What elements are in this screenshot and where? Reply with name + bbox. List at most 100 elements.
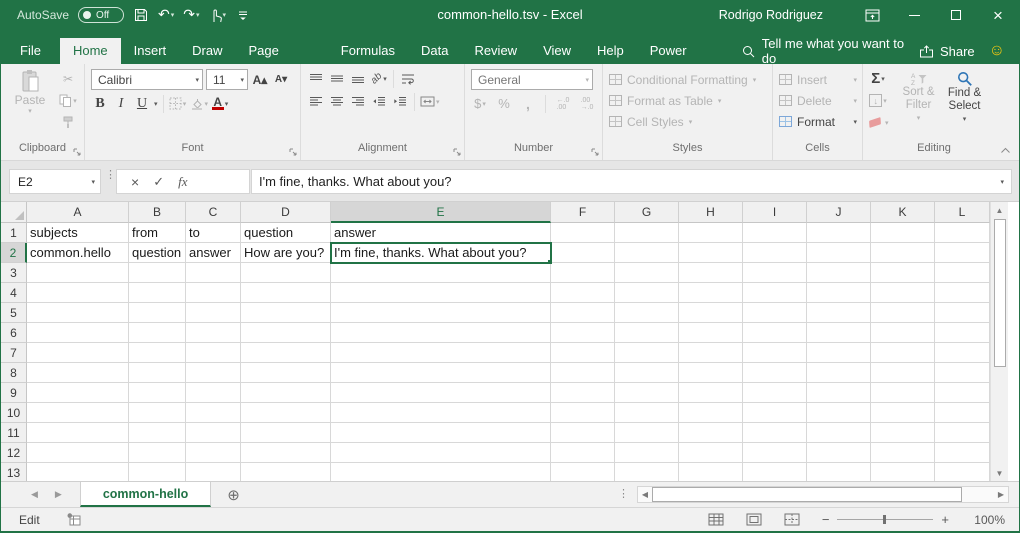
cell-E10[interactable]	[331, 403, 551, 423]
cell-A4[interactable]	[27, 283, 129, 303]
column-header-E[interactable]: E	[331, 202, 551, 223]
number-dialog-launcher-icon[interactable]	[591, 148, 599, 156]
column-header-K[interactable]: K	[871, 202, 935, 223]
vertical-scrollbar[interactable]: ▲ ▼	[990, 202, 1008, 481]
cell-H8[interactable]	[679, 363, 743, 383]
cell-K13[interactable]	[871, 463, 935, 481]
tab-insert[interactable]: Insert	[121, 38, 180, 64]
cell-C3[interactable]	[186, 263, 241, 283]
conditional-formatting-button[interactable]: Conditional Formatting ▾	[609, 69, 767, 90]
cell-A1[interactable]: subjects	[27, 223, 129, 243]
cell-I4[interactable]	[743, 283, 807, 303]
fill-color-icon[interactable]: ▾	[190, 94, 209, 113]
cell-J2[interactable]	[807, 243, 871, 263]
cell-A7[interactable]	[27, 343, 129, 363]
cell-B12[interactable]	[129, 443, 186, 463]
cell-H9[interactable]	[679, 383, 743, 403]
cell-L12[interactable]	[935, 443, 990, 463]
cell-C6[interactable]	[186, 323, 241, 343]
cell-C5[interactable]	[186, 303, 241, 323]
cell-I8[interactable]	[743, 363, 807, 383]
cell-E12[interactable]	[331, 443, 551, 463]
row-header-13[interactable]: 13	[1, 463, 27, 481]
cancel-icon[interactable]: ×	[131, 174, 139, 190]
cell-B9[interactable]	[129, 383, 186, 403]
new-sheet-icon[interactable]: ⊕	[211, 482, 256, 507]
cell-I5[interactable]	[743, 303, 807, 323]
cell-G9[interactable]	[615, 383, 679, 403]
cell-C13[interactable]	[186, 463, 241, 481]
copy-button[interactable]: ▾	[59, 91, 77, 110]
percent-icon[interactable]: %	[495, 94, 513, 113]
cell-B6[interactable]	[129, 323, 186, 343]
cell-J7[interactable]	[807, 343, 871, 363]
cell-I6[interactable]	[743, 323, 807, 343]
row-header-5[interactable]: 5	[1, 303, 27, 323]
cell-C11[interactable]	[186, 423, 241, 443]
cell-F9[interactable]	[551, 383, 615, 403]
cell-B11[interactable]	[129, 423, 186, 443]
cell-E7[interactable]	[331, 343, 551, 363]
cell-G2[interactable]	[615, 243, 679, 263]
tab-power-pivot[interactable]: Power Pivot	[637, 38, 726, 64]
column-header-C[interactable]: C	[186, 202, 241, 223]
increase-font-icon[interactable]: A▴	[251, 70, 269, 89]
close-button[interactable]: ×	[977, 0, 1019, 30]
clipboard-dialog-launcher-icon[interactable]	[73, 148, 81, 156]
cell-D2[interactable]: How are you?	[241, 243, 331, 263]
cell-J4[interactable]	[807, 283, 871, 303]
cell-K5[interactable]	[871, 303, 935, 323]
column-header-F[interactable]: F	[551, 202, 615, 223]
cell-F13[interactable]	[551, 463, 615, 481]
cell-H4[interactable]	[679, 283, 743, 303]
cell-G3[interactable]	[615, 263, 679, 283]
cell-A10[interactable]	[27, 403, 129, 423]
cell-D6[interactable]	[241, 323, 331, 343]
cell-H2[interactable]	[679, 243, 743, 263]
cell-I13[interactable]	[743, 463, 807, 481]
cell-H7[interactable]	[679, 343, 743, 363]
name-box[interactable]: E2 ▾	[9, 169, 101, 194]
cell-J5[interactable]	[807, 303, 871, 323]
cell-F11[interactable]	[551, 423, 615, 443]
scroll-left-icon[interactable]: ◀	[638, 490, 652, 499]
formula-input[interactable]: I'm fine, thanks. What about you? ▾	[251, 169, 1012, 194]
cell-styles-button[interactable]: Cell Styles ▾	[609, 111, 767, 132]
font-name-combo[interactable]: Calibri▾	[91, 69, 203, 90]
zoom-level[interactable]: 100%	[959, 513, 1005, 527]
cell-A8[interactable]	[27, 363, 129, 383]
cell-E9[interactable]	[331, 383, 551, 403]
cell-F1[interactable]	[551, 223, 615, 243]
cell-A6[interactable]	[27, 323, 129, 343]
cell-D10[interactable]	[241, 403, 331, 423]
cut-button[interactable]: ✂	[59, 69, 77, 88]
zoom-slider[interactable]	[837, 519, 933, 520]
cell-F6[interactable]	[551, 323, 615, 343]
quick-access-overflow-icon[interactable]	[235, 4, 251, 26]
bold-button[interactable]: B	[91, 94, 109, 113]
cell-F8[interactable]	[551, 363, 615, 383]
cell-L2[interactable]	[935, 243, 990, 263]
cell-D11[interactable]	[241, 423, 331, 443]
tab-formulas[interactable]: Formulas	[328, 38, 408, 64]
select-all-corner[interactable]	[1, 202, 27, 223]
autosave-toggle[interactable]: Off	[78, 7, 124, 23]
cell-F5[interactable]	[551, 303, 615, 323]
align-bottom-icon[interactable]	[349, 69, 367, 88]
cell-C4[interactable]	[186, 283, 241, 303]
tab-bar-grip[interactable]: ⋮	[618, 492, 629, 497]
cell-L11[interactable]	[935, 423, 990, 443]
cell-G6[interactable]	[615, 323, 679, 343]
column-header-L[interactable]: L	[935, 202, 990, 223]
row-header-11[interactable]: 11	[1, 423, 27, 443]
cell-K4[interactable]	[871, 283, 935, 303]
column-header-D[interactable]: D	[241, 202, 331, 223]
column-header-G[interactable]: G	[615, 202, 679, 223]
cell-L8[interactable]	[935, 363, 990, 383]
decrease-decimal-icon[interactable]: .00→.0	[578, 94, 596, 113]
prev-sheet-icon[interactable]: ◀	[31, 489, 38, 500]
undo-button[interactable]: ↶▾	[158, 4, 174, 26]
cell-A5[interactable]	[27, 303, 129, 323]
row-header-12[interactable]: 12	[1, 443, 27, 463]
cell-A2[interactable]: common.hello	[27, 243, 129, 263]
